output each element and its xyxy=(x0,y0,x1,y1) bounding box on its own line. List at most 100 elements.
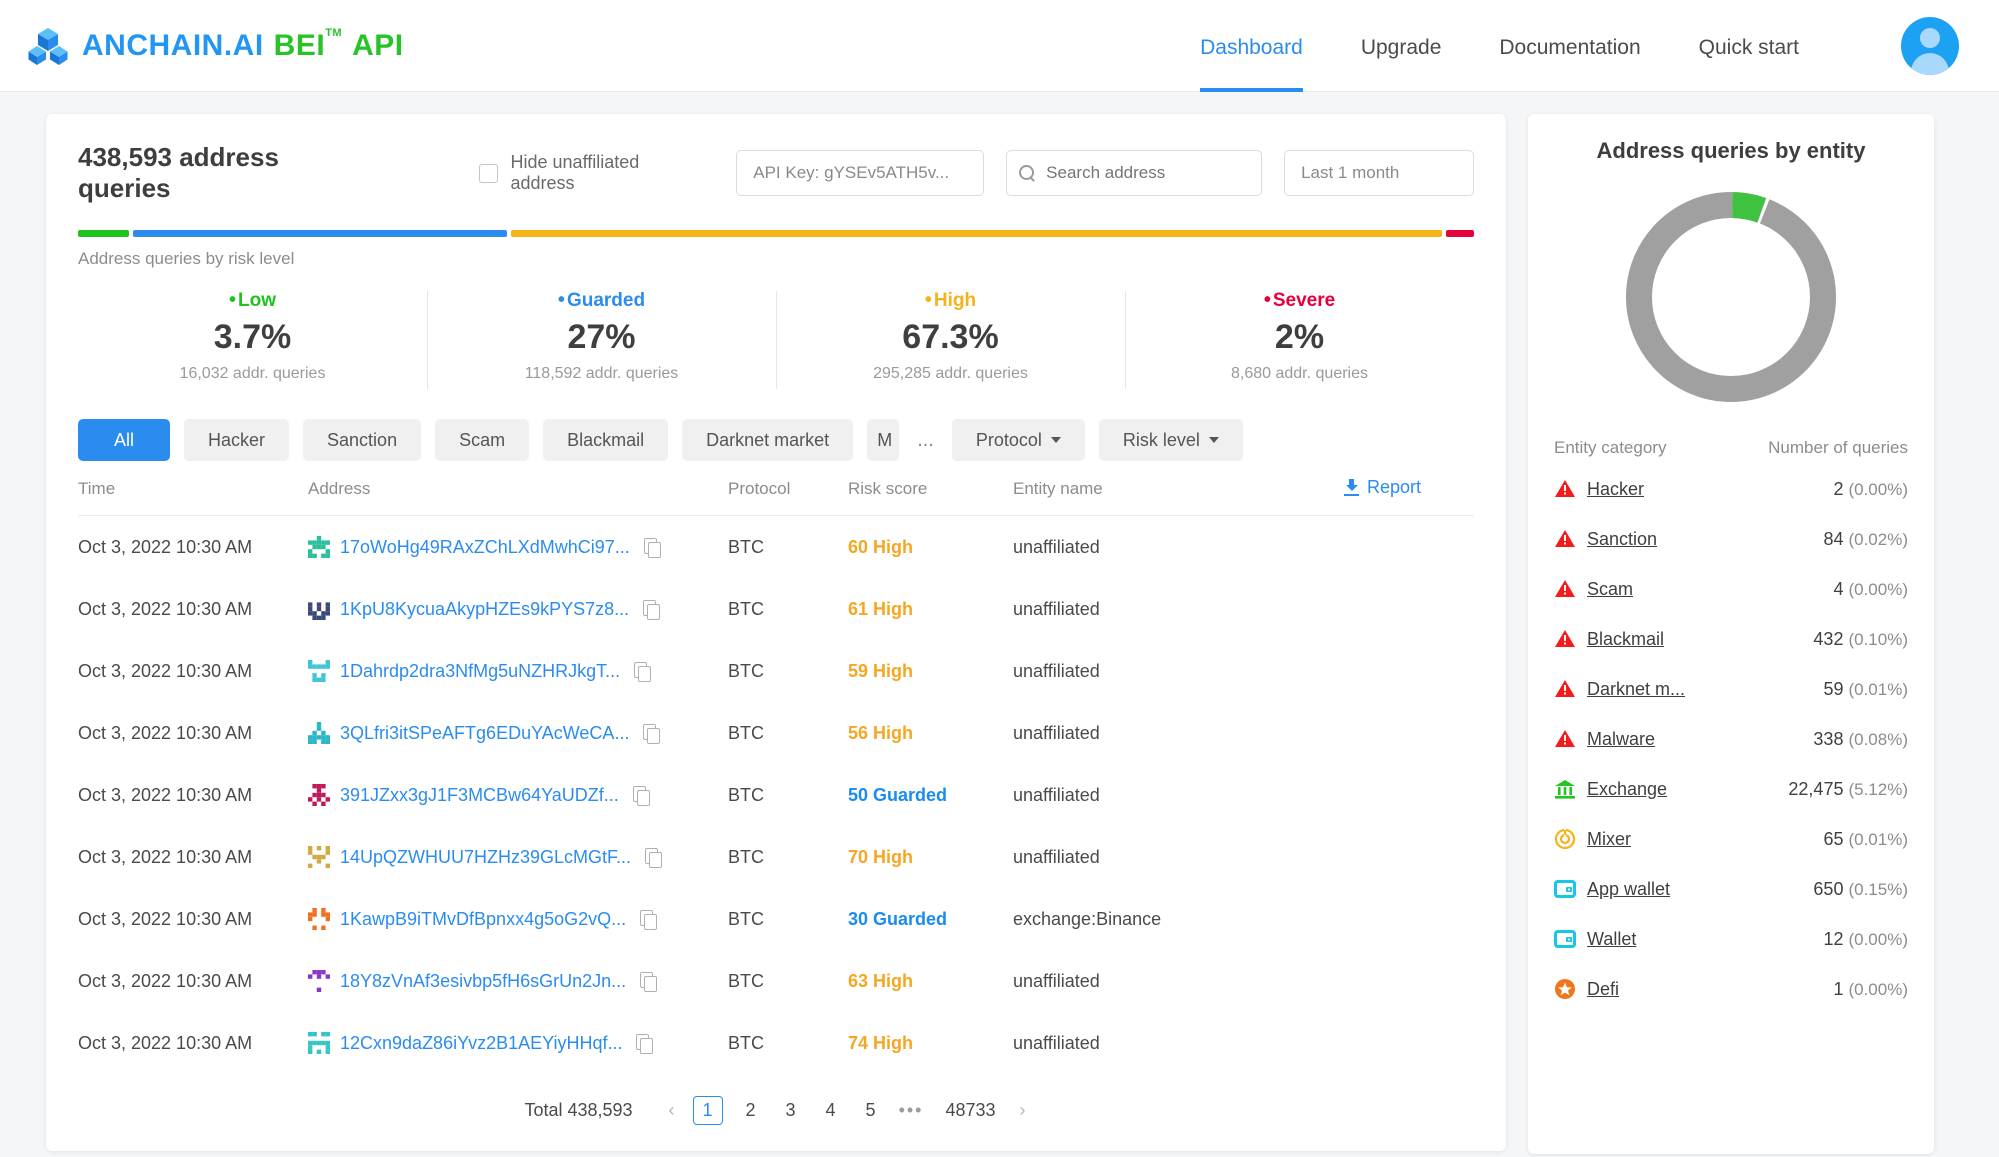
tab-hacker[interactable]: Hacker xyxy=(184,419,289,461)
entity-row[interactable]: App wallet 650 (0.15%) xyxy=(1554,864,1908,914)
table-row[interactable]: Oct 3, 2022 10:30 AM 18Y8zVnAf3esivbp5fH… xyxy=(78,950,1474,1012)
user-avatar-icon[interactable] xyxy=(1901,17,1959,75)
search-address-box[interactable] xyxy=(1006,150,1262,196)
entity-row[interactable]: Scam 4 (0.00%) xyxy=(1554,564,1908,614)
time-period-selector[interactable]: Last 1 month xyxy=(1284,150,1474,196)
copy-icon[interactable] xyxy=(640,972,657,991)
tab-sanction[interactable]: Sanction xyxy=(303,419,421,461)
tab-overflow-ellipsis[interactable]: ... xyxy=(913,429,938,452)
address-link[interactable]: 17oWoHg49RAxZChLXdMwhCi97... xyxy=(340,537,630,558)
download-report-button[interactable]: Report xyxy=(1344,477,1421,498)
hide-unaffiliated-checkbox[interactable] xyxy=(479,164,498,183)
entity-row[interactable]: Sanction 84 (0.02%) xyxy=(1554,514,1908,564)
entity-name-link[interactable]: Exchange xyxy=(1587,779,1667,800)
copy-icon[interactable] xyxy=(640,910,657,929)
copy-icon[interactable] xyxy=(633,786,650,805)
tab-scam[interactable]: Scam xyxy=(435,419,529,461)
copy-icon[interactable] xyxy=(645,848,662,867)
entity-row[interactable]: Exchange 22,475 (5.12%) xyxy=(1554,764,1908,814)
pagination-page-5[interactable]: 5 xyxy=(859,1098,883,1123)
pagination-last-page[interactable]: 48733 xyxy=(939,1098,1001,1123)
address-link[interactable]: 12Cxn9daZ86iYvz2B1AEYiyHHqf... xyxy=(340,1033,622,1054)
copy-icon[interactable] xyxy=(634,662,651,681)
pagination-page-2[interactable]: 2 xyxy=(739,1098,763,1123)
hide-unaffiliated-toggle[interactable]: Hide unaffiliated address xyxy=(479,152,709,194)
entity-row[interactable]: Wallet 12 (0.00%) xyxy=(1554,914,1908,964)
table-row[interactable]: Oct 3, 2022 10:30 AM 3QLfri3itSPeAFTg6ED… xyxy=(78,702,1474,764)
pagination-page-3[interactable]: 3 xyxy=(779,1098,803,1123)
cell-address: 3QLfri3itSPeAFTg6EDuYAcWeCA... xyxy=(308,702,728,764)
entity-name-link[interactable]: Mixer xyxy=(1587,829,1631,850)
copy-icon[interactable] xyxy=(636,1034,653,1053)
col-header-entity-name[interactable]: Entity name xyxy=(1013,477,1344,516)
address-link[interactable]: 1KawpB9iTMvDfBpnxx4g5oG2vQ... xyxy=(340,909,626,930)
cell-time: Oct 3, 2022 10:30 AM xyxy=(78,950,308,1012)
risk-stat-high-name: •High xyxy=(776,289,1125,312)
entity-row[interactable]: Blackmail 432 (0.10%) xyxy=(1554,614,1908,664)
entity-row[interactable]: Darknet m... 59 (0.01%) xyxy=(1554,664,1908,714)
entity-name-link[interactable]: App wallet xyxy=(1587,879,1670,900)
pagination-next-button[interactable]: › xyxy=(1018,1100,1028,1121)
entity-name-link[interactable]: Defi xyxy=(1587,979,1619,1000)
table-row[interactable]: Oct 3, 2022 10:30 AM 391JZxx3gJ1F3MCBw64… xyxy=(78,764,1474,826)
tab-blackmail[interactable]: Blackmail xyxy=(543,419,668,461)
entity-name-link[interactable]: Darknet m... xyxy=(1587,679,1685,700)
cell-risk-score: 70 High xyxy=(848,826,1013,888)
tab-malware-truncated[interactable]: M xyxy=(867,419,899,461)
cell-protocol: BTC xyxy=(728,764,848,826)
address-link[interactable]: 14UpQZWHUU7HZHz39GLcMGtF... xyxy=(340,847,631,868)
entity-row[interactable]: Hacker 2 (0.00%) xyxy=(1554,464,1908,514)
col-header-time[interactable]: Time xyxy=(78,477,308,516)
brand-logo-group[interactable]: ANCHAIN.AI BEITM API xyxy=(28,26,404,66)
pagination-prev-button[interactable]: ‹ xyxy=(667,1100,677,1121)
entity-name-link[interactable]: Wallet xyxy=(1587,929,1636,950)
dropdown-risk-level[interactable]: Risk level xyxy=(1099,419,1243,461)
copy-icon[interactable] xyxy=(643,724,660,743)
col-header-risk-score[interactable]: Risk score xyxy=(848,477,1013,516)
entity-name-link[interactable]: Malware xyxy=(1587,729,1655,750)
entity-name-link[interactable]: Scam xyxy=(1587,579,1633,600)
table-row[interactable]: Oct 3, 2022 10:30 AM 1KpU8KycuaAkypHZEs9… xyxy=(78,578,1474,640)
address-link[interactable]: 1Dahrdp2dra3NfMg5uNZHRJkgT... xyxy=(340,661,620,682)
entity-name-link[interactable]: Sanction xyxy=(1587,529,1657,550)
entity-row[interactable]: Malware 338 (0.08%) xyxy=(1554,714,1908,764)
col-header-protocol[interactable]: Protocol xyxy=(728,477,848,516)
pagination-page-4[interactable]: 4 xyxy=(819,1098,843,1123)
tab-all[interactable]: All xyxy=(78,419,170,461)
nav-link-upgrade[interactable]: Upgrade xyxy=(1361,0,1442,91)
entity-query-percent: (0.02%) xyxy=(1848,530,1908,549)
col-header-address[interactable]: Address xyxy=(308,477,728,516)
col-header-report: Report xyxy=(1344,477,1474,516)
table-row[interactable]: Oct 3, 2022 10:30 AM 12Cxn9daZ86iYvz2B1A… xyxy=(78,1012,1474,1074)
copy-icon[interactable] xyxy=(644,538,661,557)
nav-link-documentation[interactable]: Documentation xyxy=(1499,0,1640,91)
table-row[interactable]: Oct 3, 2022 10:30 AM 14UpQZWHUU7HZHz39GL… xyxy=(78,826,1474,888)
cell-risk-score: 60 High xyxy=(848,516,1013,579)
address-queries-panel: 438,593 address queries Hide unaffiliate… xyxy=(46,114,1506,1151)
tab-darknet-market[interactable]: Darknet market xyxy=(682,419,853,461)
table-row[interactable]: Oct 3, 2022 10:30 AM 1KawpB9iTMvDfBpnxx4… xyxy=(78,888,1474,950)
entity-row[interactable]: Mixer 65 (0.01%) xyxy=(1554,814,1908,864)
copy-icon[interactable] xyxy=(643,600,660,619)
nav-link-quick-start[interactable]: Quick start xyxy=(1699,0,1799,91)
search-input[interactable] xyxy=(1046,163,1231,183)
entity-query-count: 22,475 (5.12%) xyxy=(1788,779,1908,800)
address-link[interactable]: 18Y8zVnAf3esivbp5fH6sGrUn2Jn... xyxy=(340,971,626,992)
nav-link-dashboard[interactable]: Dashboard xyxy=(1200,0,1303,91)
dropdown-protocol[interactable]: Protocol xyxy=(952,419,1085,461)
table-row[interactable]: Oct 3, 2022 10:30 AM 17oWoHg49RAxZChLXdM… xyxy=(78,516,1474,579)
api-key-field[interactable]: API Key: gYSEv5ATH5v... xyxy=(736,150,984,196)
risk-score-badge: 59 High xyxy=(848,661,913,681)
cell-risk-score: 63 High xyxy=(848,950,1013,1012)
address-link[interactable]: 391JZxx3gJ1F3MCBw64YaUDZf... xyxy=(340,785,619,806)
address-link[interactable]: 1KpU8KycuaAkypHZEs9kPYS7z8... xyxy=(340,599,629,620)
table-row[interactable]: Oct 3, 2022 10:30 AM 1Dahrdp2dra3NfMg5uN… xyxy=(78,640,1474,702)
cell-risk-score: 59 High xyxy=(848,640,1013,702)
entity-row[interactable]: Defi 1 (0.00%) xyxy=(1554,964,1908,1014)
entity-name-link[interactable]: Blackmail xyxy=(1587,629,1664,650)
address-link[interactable]: 3QLfri3itSPeAFTg6EDuYAcWeCA... xyxy=(340,723,629,744)
address-queries-table: Time Address Protocol Risk score Entity … xyxy=(78,477,1474,1074)
entity-name-link[interactable]: Hacker xyxy=(1587,479,1644,500)
pagination-page-1[interactable]: 1 xyxy=(693,1096,723,1125)
entity-query-count: 84 (0.02%) xyxy=(1823,529,1908,550)
